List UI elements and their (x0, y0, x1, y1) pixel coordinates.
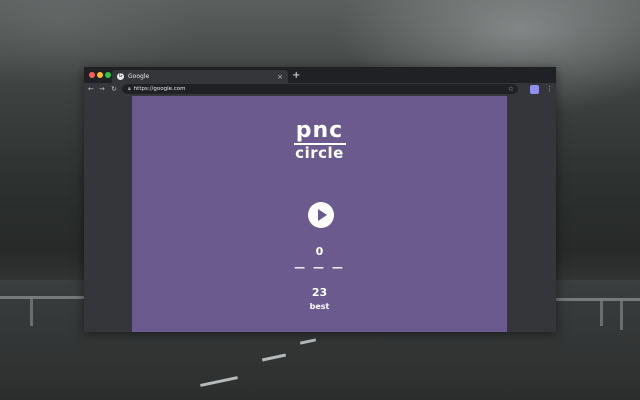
play-button[interactable] (308, 202, 334, 228)
tab-title: Google (128, 73, 150, 80)
rail-post (620, 298, 623, 330)
browser-window: G Google × + ← → ↻ 🔒︎ https://google.com… (84, 67, 556, 332)
best-score-value: 23 (311, 286, 328, 299)
current-score: 0 (315, 245, 324, 258)
guard-rail-right (556, 298, 640, 301)
title-bar: G Google × + (84, 67, 556, 83)
rail-post (30, 296, 33, 326)
close-tab-icon[interactable]: × (277, 73, 283, 81)
rail-post (600, 298, 603, 326)
toolbar: ← → ↻ 🔒︎ https://google.com ☆ ⋮ (84, 83, 556, 96)
logo-bottom-text: circle (295, 144, 344, 162)
address-bar[interactable]: 🔒︎ https://google.com ☆ (122, 84, 518, 94)
bookmark-star-icon[interactable]: ☆ (508, 84, 514, 94)
back-arrow-icon[interactable]: ← (88, 83, 94, 96)
forward-arrow-icon[interactable]: → (99, 83, 105, 96)
reload-icon[interactable]: ↻ (111, 83, 117, 96)
game-viewport: pnc circle 0 — — — 23 best (132, 96, 507, 332)
game-logo: pnc circle (132, 118, 507, 162)
close-window-button[interactable] (89, 72, 95, 78)
menu-kebab-icon[interactable]: ⋮ (546, 83, 553, 96)
score-dashes: — — — (294, 261, 345, 274)
maximize-window-button[interactable] (105, 72, 111, 78)
play-icon (318, 209, 327, 221)
best-score-label: best (309, 302, 330, 311)
tab-google[interactable]: G Google × (112, 70, 288, 83)
url-text: https://google.com (133, 86, 186, 92)
extension-icon[interactable] (530, 85, 539, 94)
new-tab-button[interactable]: + (292, 69, 300, 82)
google-favicon-icon: G (117, 73, 124, 80)
guard-rail-left (0, 296, 84, 299)
lock-icon: 🔒︎ (128, 86, 131, 92)
minimize-window-button[interactable] (97, 72, 103, 78)
logo-top-text: pnc (295, 118, 344, 143)
